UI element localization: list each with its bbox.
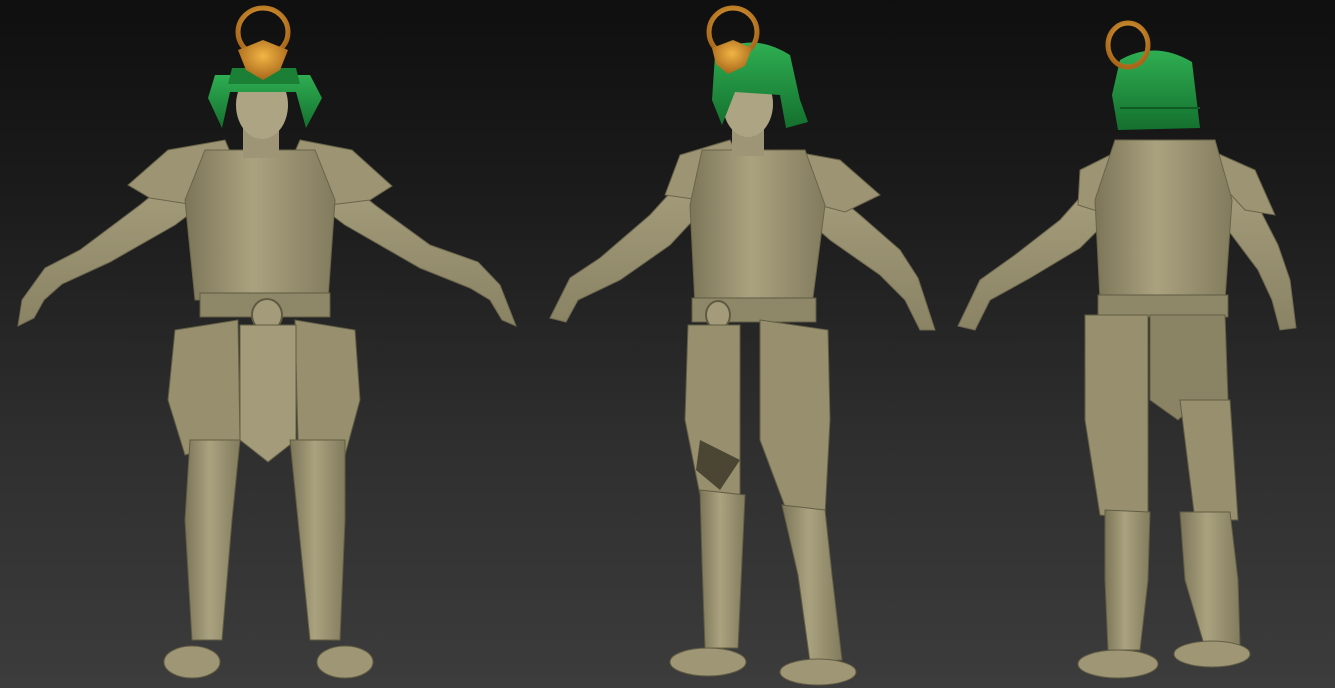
figure-front: [17, 5, 517, 679]
render-viewport: [0, 0, 1335, 688]
figure-three-quarter: [549, 5, 936, 686]
render-canvas: [17, 5, 1297, 686]
figure-back: [957, 20, 1297, 679]
